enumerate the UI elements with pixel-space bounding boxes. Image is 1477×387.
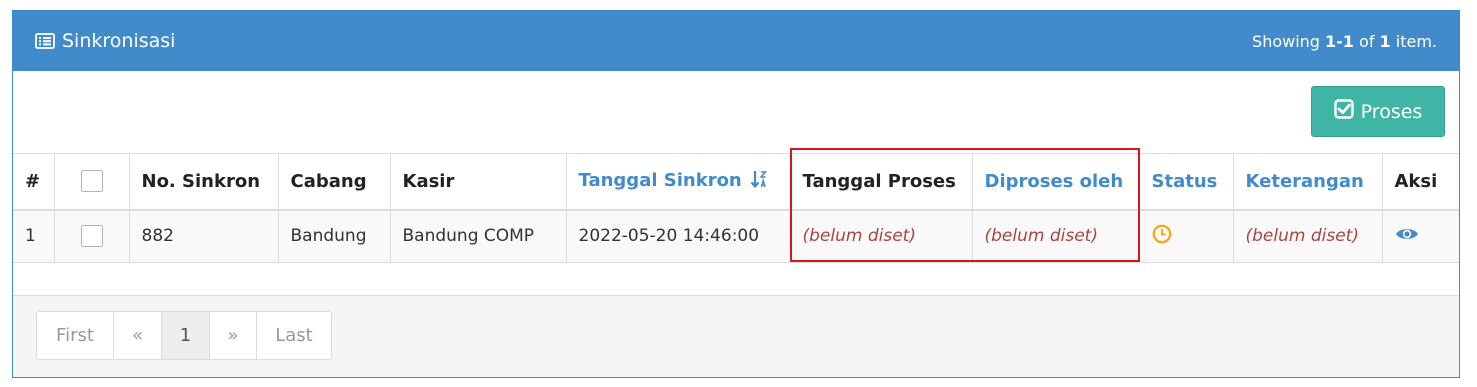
- pagination: First « 1 » Last: [36, 311, 332, 360]
- col-status-header[interactable]: Status: [1138, 153, 1234, 211]
- col-diproses-oleh-header[interactable]: Diproses oleh: [971, 153, 1140, 211]
- col-no-sinkron-header: No. Sinkron: [128, 153, 279, 211]
- row-kasir: Bandung COMP: [389, 209, 567, 263]
- row-aksi-cell: [1381, 209, 1459, 263]
- row-diproses-oleh: (belum diset): [971, 209, 1140, 263]
- col-keterangan-header[interactable]: Keterangan: [1232, 153, 1383, 211]
- row-checkbox[interactable]: [80, 225, 103, 248]
- item-summary: Showing 1-1 of 1 item.: [1252, 31, 1437, 51]
- proses-button[interactable]: Proses: [1311, 86, 1445, 137]
- pagination-first[interactable]: First: [36, 311, 114, 360]
- panel-title-text: Sinkronisasi: [62, 30, 176, 52]
- pagination-next[interactable]: »: [209, 311, 257, 360]
- clock-icon: [1152, 224, 1172, 249]
- list-alt-icon: [35, 33, 55, 49]
- select-all-header: [53, 153, 130, 211]
- proses-button-label: Proses: [1360, 100, 1423, 123]
- col-cabang-header: Cabang: [277, 153, 391, 211]
- pagination-page-1[interactable]: 1: [161, 311, 210, 360]
- sync-table: # No. Sinkron Cabang Kasir Tanggal Sinkr…: [13, 153, 1459, 263]
- sort-desc-icon[interactable]: [750, 169, 770, 194]
- row-number: 1: [13, 209, 55, 263]
- panel-heading: Sinkronisasi Showing 1-1 of 1 item.: [13, 11, 1459, 71]
- toolbar: Proses: [13, 71, 1459, 153]
- pagination-prev[interactable]: «: [113, 311, 162, 360]
- row-tanggal-sinkron: 2022-05-20 14:46:00: [565, 209, 791, 263]
- col-number-header: #: [13, 153, 55, 211]
- row-select-cell: [53, 209, 130, 263]
- row-cabang: Bandung: [277, 209, 391, 263]
- row-no-sinkron: 882: [128, 209, 279, 263]
- pagination-footer: First « 1 » Last: [13, 295, 1459, 377]
- pagination-last[interactable]: Last: [256, 311, 332, 360]
- col-tanggal-sinkron-label[interactable]: Tanggal Sinkron: [579, 170, 742, 191]
- col-aksi-header: Aksi: [1381, 153, 1459, 211]
- check-square-icon: [1333, 99, 1354, 124]
- row-tanggal-proses: (belum diset): [789, 209, 973, 263]
- col-tanggal-proses-header: Tanggal Proses: [789, 153, 973, 211]
- row-status-cell: [1138, 209, 1234, 263]
- eye-icon[interactable]: [1395, 226, 1419, 247]
- sync-panel: Sinkronisasi Showing 1-1 of 1 item. Pros…: [12, 10, 1460, 378]
- table-row: 1 882 Bandung Bandung COMP 2022-05-20 14…: [13, 209, 1459, 263]
- col-kasir-header: Kasir: [389, 153, 567, 211]
- select-all-checkbox[interactable]: [80, 170, 103, 193]
- panel-title: Sinkronisasi: [35, 30, 175, 52]
- table-header-row: # No. Sinkron Cabang Kasir Tanggal Sinkr…: [13, 153, 1459, 211]
- col-tanggal-sinkron-header[interactable]: Tanggal Sinkron: [565, 153, 791, 211]
- row-keterangan: (belum diset): [1232, 209, 1383, 263]
